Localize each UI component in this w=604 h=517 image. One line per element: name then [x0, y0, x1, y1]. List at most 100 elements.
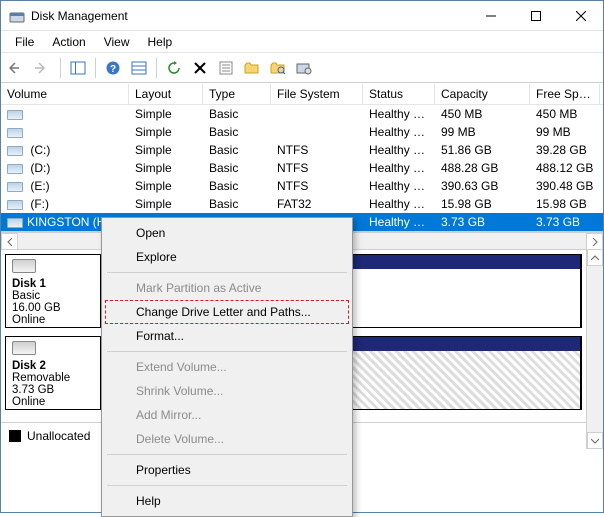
app-icon	[9, 8, 25, 24]
volume-free: 488.12 GB	[530, 161, 600, 175]
disk-name: Disk 1	[12, 278, 94, 290]
context-menu: Open Explore Mark Partition as Active Ch…	[101, 217, 353, 517]
volume-capacity: 3.73 GB	[435, 215, 530, 229]
volume-name: (E:)	[27, 179, 50, 193]
scroll-right-icon[interactable]	[586, 233, 603, 250]
volume-capacity: 390.63 GB	[435, 179, 530, 193]
disk-kind: Basic	[12, 290, 94, 302]
volume-free: 3.73 GB	[530, 215, 600, 229]
disk-name: Disk 2	[12, 360, 94, 372]
vertical-scrollbar[interactable]	[586, 249, 603, 449]
ctx-explore[interactable]: Explore	[105, 245, 349, 269]
close-button[interactable]	[558, 1, 603, 30]
menu-bar: File Action View Help	[1, 31, 603, 53]
volume-free: 39.28 GB	[530, 143, 600, 157]
toolbar: ?	[1, 53, 603, 83]
volume-layout: Simple	[129, 107, 203, 121]
menu-action[interactable]: Action	[43, 33, 94, 51]
col-filesystem[interactable]: File System	[271, 84, 363, 104]
volume-status: Healthy (B...	[363, 143, 435, 157]
col-freespace[interactable]: Free Spa...	[530, 84, 600, 104]
disk-kind: Removable	[12, 372, 94, 384]
scroll-up-icon[interactable]	[587, 249, 603, 266]
volume-row[interactable]: SimpleBasicHealthy (E...99 MB99 MB	[1, 123, 603, 141]
disk-icon	[12, 341, 36, 355]
col-capacity[interactable]: Capacity	[435, 84, 530, 104]
menu-file[interactable]: File	[6, 33, 43, 51]
volume-row[interactable]: (E:)SimpleBasicNTFSHealthy (P...390.63 G…	[1, 177, 603, 195]
drive-icon	[7, 128, 23, 138]
menu-view[interactable]: View	[95, 33, 139, 51]
volume-status: Healthy (A...	[363, 215, 435, 229]
col-type[interactable]: Type	[203, 84, 271, 104]
volume-type: Basic	[203, 179, 271, 193]
volume-capacity: 99 MB	[435, 125, 530, 139]
explore-icon[interactable]	[266, 56, 290, 80]
delete-icon[interactable]	[188, 56, 212, 80]
volume-status: Healthy (R...	[363, 107, 435, 121]
show-hide-tree-button[interactable]	[66, 56, 90, 80]
window-title: Disk Management	[31, 9, 468, 23]
volume-type: Basic	[203, 161, 271, 175]
volume-capacity: 15.98 GB	[435, 197, 530, 211]
volume-name: (C:)	[27, 143, 50, 157]
volume-row[interactable]: (F:)SimpleBasicFAT32Healthy (A...15.98 G…	[1, 195, 603, 213]
help-button[interactable]: ?	[101, 56, 125, 80]
ctx-add-mirror: Add Mirror...	[105, 403, 349, 427]
volume-type: Basic	[203, 197, 271, 211]
volume-layout: Simple	[129, 125, 203, 139]
maximize-button[interactable]	[513, 1, 558, 30]
volume-free: 15.98 GB	[530, 197, 600, 211]
back-button[interactable]	[5, 56, 29, 80]
scroll-left-icon[interactable]	[1, 233, 18, 250]
scroll-down-icon[interactable]	[587, 432, 603, 449]
volume-layout: Simple	[129, 179, 203, 193]
refresh-button[interactable]	[162, 56, 186, 80]
drive-icon	[7, 110, 23, 120]
volume-type: Basic	[203, 143, 271, 157]
ctx-shrink: Shrink Volume...	[105, 379, 349, 403]
volume-row[interactable]: SimpleBasicHealthy (R...450 MB450 MB	[1, 105, 603, 123]
volume-capacity: 488.28 GB	[435, 161, 530, 175]
col-volume[interactable]: Volume	[1, 84, 129, 104]
ctx-properties[interactable]: Properties	[105, 458, 349, 482]
volume-status: Healthy (E...	[363, 125, 435, 139]
volume-filesystem: NTFS	[271, 161, 363, 175]
volume-status: Healthy (P...	[363, 179, 435, 193]
volume-capacity: 51.86 GB	[435, 143, 530, 157]
drive-icon	[7, 146, 23, 156]
ctx-change-drive-letter[interactable]: Change Drive Letter and Paths...	[105, 300, 349, 324]
disk-size: 3.73 GB	[12, 384, 94, 396]
drive-icon	[7, 182, 23, 192]
volume-status: Healthy (A...	[363, 197, 435, 211]
volume-name: (D:)	[27, 161, 50, 175]
menu-help[interactable]: Help	[139, 33, 182, 51]
volume-row[interactable]: (D:)SimpleBasicNTFSHealthy (P...488.28 G…	[1, 159, 603, 177]
disk-header: Disk 2 Removable 3.73 GB Online	[5, 336, 101, 410]
ctx-help[interactable]: Help	[105, 489, 349, 513]
volume-name: KINGSTON (H:)	[27, 215, 113, 229]
ctx-extend: Extend Volume...	[105, 355, 349, 379]
disk-status: Online	[12, 314, 94, 326]
volume-list: Volume Layout Type File System Status Ca…	[1, 83, 603, 232]
col-status[interactable]: Status	[363, 84, 435, 104]
minimize-button[interactable]	[468, 1, 513, 30]
forward-button[interactable]	[31, 56, 55, 80]
manage-icon[interactable]	[292, 56, 316, 80]
volume-layout: Simple	[129, 161, 203, 175]
ctx-open[interactable]: Open	[105, 221, 349, 245]
volume-free: 390.48 GB	[530, 179, 600, 193]
volume-row[interactable]: (C:)SimpleBasicNTFSHealthy (B...51.86 GB…	[1, 141, 603, 159]
volume-type: Basic	[203, 125, 271, 139]
ctx-format[interactable]: Format...	[105, 324, 349, 348]
volume-capacity: 450 MB	[435, 107, 530, 121]
col-layout[interactable]: Layout	[129, 84, 203, 104]
svg-text:?: ?	[110, 64, 116, 75]
settings-list-button[interactable]	[127, 56, 151, 80]
drive-icon	[7, 164, 23, 174]
disk-header: Disk 1 Basic 16.00 GB Online	[5, 254, 101, 328]
properties-icon[interactable]	[214, 56, 238, 80]
folder-open-icon[interactable]	[240, 56, 264, 80]
volume-free: 99 MB	[530, 125, 600, 139]
volume-name: (F:)	[27, 197, 49, 211]
